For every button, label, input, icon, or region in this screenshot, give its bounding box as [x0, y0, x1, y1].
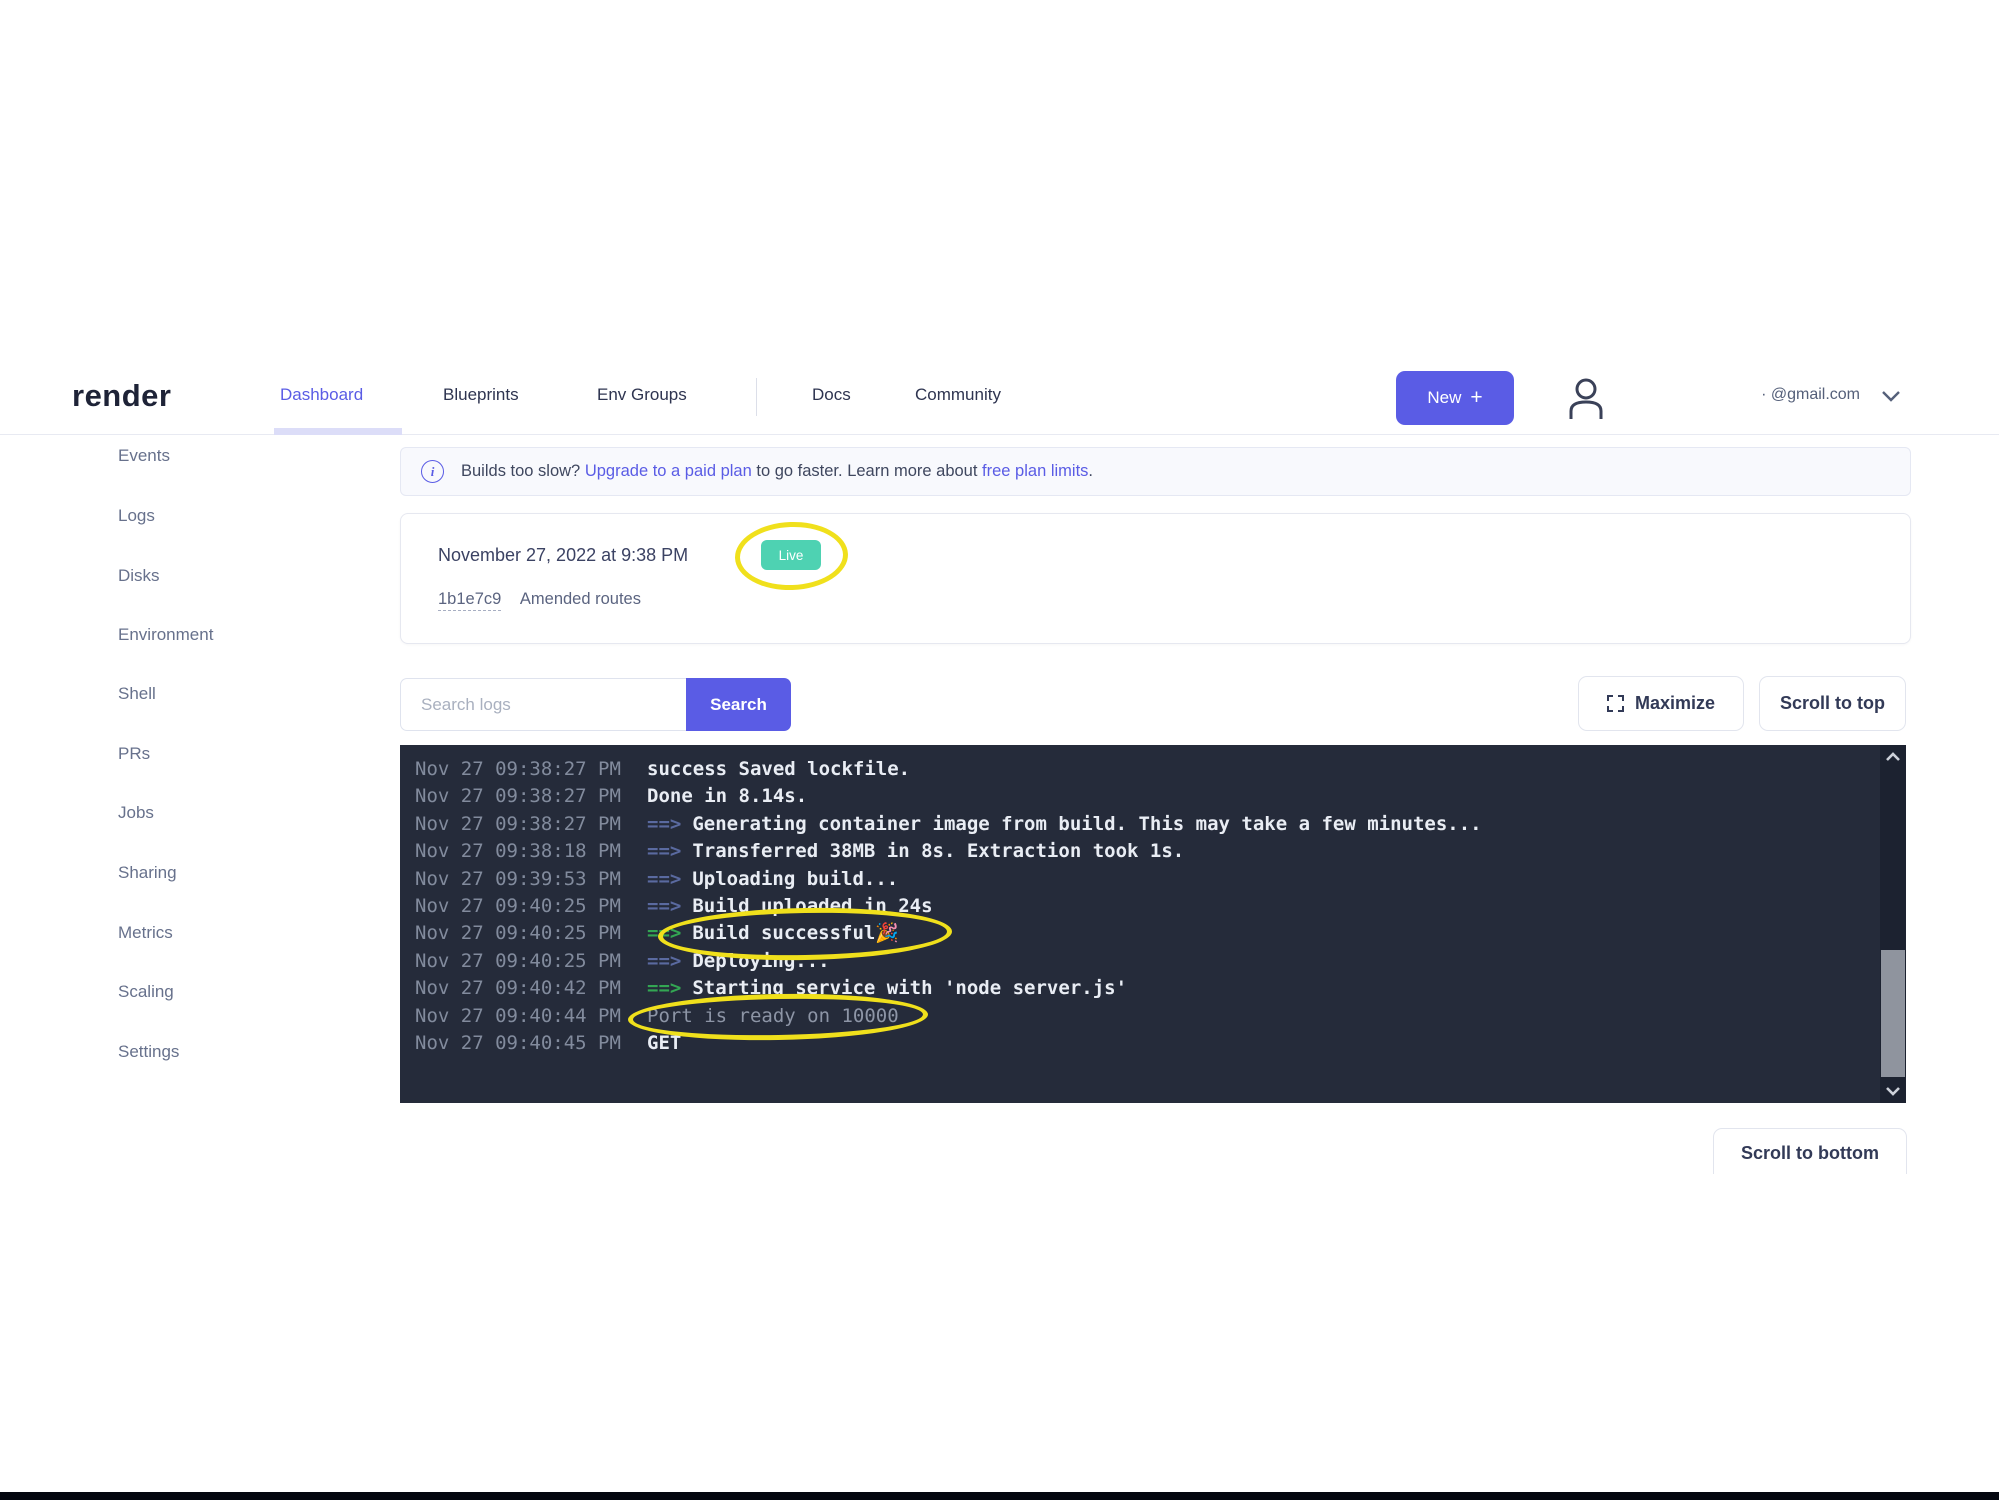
- log-arrow: ==>: [647, 893, 681, 920]
- deploy-card: November 27, 2022 at 9:38 PM Live 1b1e7c…: [400, 513, 1911, 644]
- banner-text-mid: to go faster. Learn more about: [752, 462, 982, 480]
- log-timestamp: Nov 27 09:38:18 PM: [415, 838, 647, 865]
- sidebar-item-events[interactable]: Events: [118, 446, 170, 470]
- terminal-scrollbar[interactable]: [1880, 745, 1906, 1103]
- log-line: Nov 27 09:38:18 PM==> Transferred 38MB in…: [415, 838, 1876, 865]
- new-button[interactable]: New +: [1396, 371, 1514, 425]
- log-message: success Saved lockfile.: [647, 756, 910, 783]
- log-message: Build successful: [692, 920, 875, 947]
- log-arrow: ==>: [647, 866, 681, 893]
- log-message: Generating container image from build. T…: [692, 811, 1481, 838]
- log-line: Nov 27 09:40:25 PM==> Build uploaded in 2…: [415, 893, 1876, 920]
- log-timestamp: Nov 27 09:38:27 PM: [415, 756, 647, 783]
- log-message: GET: [647, 1030, 681, 1057]
- party-popper-emoji: 🎉: [875, 920, 899, 947]
- nav-tab-dashboard[interactable]: Dashboard: [280, 385, 363, 405]
- log-timestamp: Nov 27 09:39:53 PM: [415, 866, 647, 893]
- log-message: Deploying...: [692, 948, 829, 975]
- upgrade-plan-banner: i Builds too slow? Upgrade to a paid pla…: [400, 447, 1911, 496]
- scroll-to-bottom-button[interactable]: Scroll to bottom: [1713, 1128, 1907, 1174]
- log-arrow: ==>: [647, 948, 681, 975]
- log-line: Nov 27 09:38:27 PMDone in 8.14s.: [415, 783, 1876, 810]
- banner-text-after: .: [1088, 462, 1093, 480]
- nav-tab-blueprints[interactable]: Blueprints: [443, 385, 519, 405]
- user-avatar-icon[interactable]: [1562, 373, 1610, 423]
- log-message: Transferred 38MB in 8s. Extraction took …: [692, 838, 1184, 865]
- log-timestamp: Nov 27 09:40:44 PM: [415, 1003, 647, 1030]
- banner-text: Builds too slow? Upgrade to a paid plan …: [461, 462, 1093, 481]
- log-lines: Nov 27 09:38:27 PMsuccess Saved lockfile…: [415, 756, 1876, 1057]
- account-chevron-down-icon[interactable]: [1880, 388, 1902, 404]
- log-message: Uploading build...: [692, 866, 898, 893]
- log-timestamp: Nov 27 09:38:27 PM: [415, 783, 647, 810]
- free-plan-limits-link[interactable]: free plan limits: [982, 462, 1088, 480]
- upgrade-plan-link[interactable]: Upgrade to a paid plan: [585, 462, 752, 480]
- log-message: Port is ready on 10000: [647, 1003, 899, 1030]
- log-line: Nov 27 09:40:45 PMGET: [415, 1030, 1876, 1057]
- sidebar-item-shell[interactable]: Shell: [118, 684, 156, 708]
- log-timestamp: Nov 27 09:40:42 PM: [415, 975, 647, 1002]
- commit-row: 1b1e7c9 Amended routes: [438, 590, 641, 609]
- log-message: Starting service with 'node server.js': [692, 975, 1127, 1002]
- info-icon: i: [421, 460, 444, 483]
- log-line: Nov 27 09:40:42 PM==> Starting service wi…: [415, 975, 1876, 1002]
- sidebar-item-settings[interactable]: Settings: [118, 1042, 179, 1066]
- log-line: Nov 27 09:40:25 PM==> Deploying...: [415, 948, 1876, 975]
- bottom-edge-bar: [0, 1492, 1999, 1500]
- sidebar-item-sharing[interactable]: Sharing: [118, 863, 177, 887]
- render-dashboard-page: render Dashboard Blueprints Env Groups D…: [0, 0, 1999, 1500]
- log-timestamp: Nov 27 09:38:27 PM: [415, 811, 647, 838]
- live-status-badge: Live: [761, 540, 821, 570]
- log-line: Nov 27 09:38:27 PMsuccess Saved lockfile…: [415, 756, 1876, 783]
- log-arrow: ==>: [647, 975, 681, 1002]
- search-button[interactable]: Search: [686, 678, 791, 731]
- sidebar-item-environment[interactable]: Environment: [118, 625, 213, 649]
- scroll-to-bottom-container: Scroll to bottom: [1713, 1128, 1907, 1174]
- scrollbar-down-arrow-icon[interactable]: [1880, 1079, 1906, 1103]
- log-line: Nov 27 09:38:27 PM==> Generating containe…: [415, 811, 1876, 838]
- deploy-date: November 27, 2022 at 9:38 PM: [438, 545, 688, 566]
- nav-tab-env-groups[interactable]: Env Groups: [597, 385, 687, 405]
- nav-link-community[interactable]: Community: [915, 385, 1001, 405]
- log-line-build-successful: Nov 27 09:40:25 PM==> Build successful 🎉: [415, 920, 1876, 947]
- sidebar-item-logs[interactable]: Logs: [118, 506, 155, 530]
- maximize-button[interactable]: Maximize: [1578, 676, 1744, 731]
- dashboard-active-underline: [274, 428, 402, 435]
- log-timestamp: Nov 27 09:40:45 PM: [415, 1030, 647, 1057]
- sidebar-item-prs[interactable]: PRs: [118, 744, 150, 768]
- sidebar-item-disks[interactable]: Disks: [118, 566, 160, 590]
- sidebar-item-scaling[interactable]: Scaling: [118, 982, 174, 1006]
- maximize-label: Maximize: [1635, 693, 1715, 714]
- log-timestamp: Nov 27 09:40:25 PM: [415, 948, 647, 975]
- search-logs-input[interactable]: [400, 678, 686, 731]
- log-arrow: ==>: [647, 811, 681, 838]
- log-line: Nov 27 09:39:53 PM==> Uploading build...: [415, 866, 1876, 893]
- log-arrow: ==>: [647, 838, 681, 865]
- log-timestamp: Nov 27 09:40:25 PM: [415, 893, 647, 920]
- top-nav-bar: render Dashboard Blueprints Env Groups D…: [0, 360, 1999, 435]
- render-logo[interactable]: render: [72, 378, 171, 414]
- banner-text-before: Builds too slow?: [461, 462, 585, 480]
- sidebar-item-jobs[interactable]: Jobs: [118, 803, 154, 827]
- nav-divider: [756, 378, 757, 416]
- maximize-icon: [1607, 695, 1624, 712]
- log-message: Build uploaded in 24s: [692, 893, 932, 920]
- log-arrow: ==>: [647, 920, 681, 947]
- commit-message: Amended routes: [520, 590, 641, 608]
- log-message: Done in 8.14s.: [647, 783, 807, 810]
- plus-icon: +: [1470, 386, 1482, 410]
- commit-hash-link[interactable]: 1b1e7c9: [438, 590, 501, 611]
- log-timestamp: Nov 27 09:40:25 PM: [415, 920, 647, 947]
- scroll-to-top-button[interactable]: Scroll to top: [1759, 676, 1906, 731]
- deploy-log-terminal: Nov 27 09:38:27 PMsuccess Saved lockfile…: [400, 745, 1906, 1103]
- scrollbar-up-arrow-icon[interactable]: [1880, 745, 1906, 769]
- sidebar-item-metrics[interactable]: Metrics: [118, 923, 173, 947]
- log-line-port-ready: Nov 27 09:40:44 PMPort is ready on 10000: [415, 1003, 1876, 1030]
- scrollbar-thumb[interactable]: [1881, 950, 1905, 1077]
- nav-link-docs[interactable]: Docs: [812, 385, 851, 405]
- new-button-label: New: [1427, 388, 1461, 408]
- account-email[interactable]: · @gmail.com: [1690, 386, 1860, 404]
